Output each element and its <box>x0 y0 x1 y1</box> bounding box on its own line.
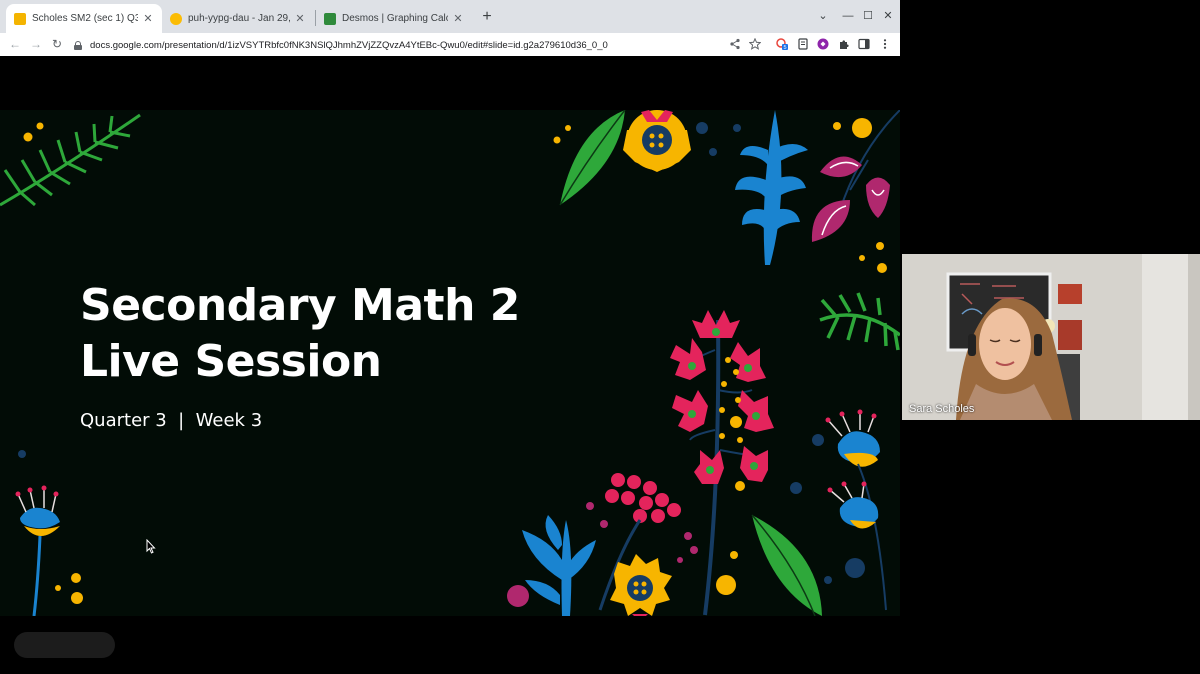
forward-button[interactable]: → <box>29 36 43 52</box>
slide-title-line: Secondary Math 2 <box>80 280 520 331</box>
dot <box>36 122 44 130</box>
google-slides-icon <box>14 12 26 25</box>
tab-title: puh-yypg-dau - Jan 29, 2024 - Go <box>188 13 290 24</box>
dot <box>812 434 824 446</box>
participant-name: Sara Scholes <box>909 403 975 415</box>
address-bar[interactable]: docs.google.com/presentation/d/1izVSYTRb… <box>74 36 724 54</box>
dot <box>876 242 884 250</box>
green-leaf-top <box>559 110 626 206</box>
sidepanel-icon[interactable] <box>858 38 870 50</box>
share-icon[interactable] <box>729 38 741 50</box>
tab-google-slides[interactable]: Scholes SM2 (sec 1) Q3 W3 Live ✕ <box>6 4 162 33</box>
dot <box>852 118 872 138</box>
pink-flowers <box>670 310 774 484</box>
dot <box>696 122 708 134</box>
extension-purple-icon[interactable] <box>817 38 829 50</box>
green-leaf-bottom <box>751 514 822 616</box>
tab-search-button[interactable]: ⌄ <box>816 8 830 24</box>
blue-plant-top-right <box>735 110 808 265</box>
dot <box>877 263 887 273</box>
extension-badge-icon[interactable]: 5 <box>776 38 788 50</box>
screen: Scholes SM2 (sec 1) Q3 W3 Live ✕ puh-yyp… <box>0 0 1200 674</box>
extension-badge-count: 5 <box>783 45 786 50</box>
dot <box>859 255 865 261</box>
browser-window: Scholes SM2 (sec 1) Q3 W3 Live ✕ puh-yyp… <box>0 0 900 56</box>
close-tab-icon[interactable]: ✕ <box>142 12 154 25</box>
fern-leaf-top-left <box>0 113 141 207</box>
dot <box>23 132 33 142</box>
person-face <box>979 308 1031 380</box>
dot <box>55 585 61 591</box>
desmos-icon <box>324 12 336 25</box>
dot <box>824 576 832 584</box>
dot <box>553 136 561 144</box>
presentation-slide: Secondary Math 2 Live Session Quarter 3 … <box>0 110 900 616</box>
browser-toolbar: ← → ↻ docs.google.com/presentation/d/1iz… <box>0 33 900 56</box>
dot <box>790 482 802 494</box>
tab-title: Scholes SM2 (sec 1) Q3 W3 Live <box>32 13 138 24</box>
sunflower-top <box>623 110 691 172</box>
blue-flower-left <box>15 485 60 616</box>
dot <box>71 592 83 604</box>
dot <box>565 125 571 131</box>
mouse-cursor-icon <box>146 539 156 554</box>
close-tab-icon[interactable]: ✕ <box>452 12 464 25</box>
dot <box>71 573 81 583</box>
url-text: docs.google.com/presentation/d/1izVSYTRb… <box>90 39 608 51</box>
tab-desmos[interactable]: Desmos | Graphing Calculator ✕ <box>316 4 472 33</box>
tab-google-meet[interactable]: puh-yypg-dau - Jan 29, 2024 - Go ✕ <box>162 4 314 33</box>
dot <box>18 450 26 458</box>
slideshow-control-bar[interactable] <box>14 632 115 658</box>
slide-subtitle: Quarter 3 | Week 3 <box>80 410 263 431</box>
dot <box>833 122 841 130</box>
fern-leaf-right <box>819 292 900 351</box>
slide-title-line: Live Session <box>80 336 382 387</box>
minimize-button[interactable]: — <box>841 8 855 24</box>
new-tab-button[interactable]: + <box>480 8 494 26</box>
back-button[interactable]: ← <box>8 36 22 52</box>
extension-doc-icon[interactable] <box>797 38 809 50</box>
headphones <box>968 334 976 356</box>
slide-title: Secondary Math 2 Live Session <box>80 278 520 390</box>
lock-icon[interactable] <box>74 40 82 50</box>
wall-shelf <box>1058 284 1082 304</box>
dot <box>709 148 717 156</box>
close-window-button[interactable]: ✕ <box>881 8 895 24</box>
dot <box>733 124 741 132</box>
reload-button[interactable]: ↻ <box>50 36 64 52</box>
bookmark-star-icon[interactable] <box>749 38 761 50</box>
red-berries <box>605 473 681 523</box>
blue-flower-right-bottom <box>827 481 879 529</box>
extensions-puzzle-icon[interactable] <box>838 38 850 50</box>
menu-kebab-icon[interactable] <box>879 38 891 50</box>
tab-title: Desmos | Graphing Calculator <box>342 13 448 24</box>
sunflower-bottom <box>610 554 672 616</box>
hand-icon <box>170 12 182 25</box>
close-tab-icon[interactable]: ✕ <box>294 12 306 25</box>
dot <box>845 558 865 578</box>
blue-plant-bottom <box>522 515 596 616</box>
tab-strip: Scholes SM2 (sec 1) Q3 W3 Live ✕ puh-yyp… <box>0 0 900 33</box>
participant-video-tile[interactable]: Sara Scholes <box>902 254 1200 420</box>
maximize-button[interactable]: ☐ <box>861 8 875 24</box>
webcam-feed <box>902 254 1200 420</box>
